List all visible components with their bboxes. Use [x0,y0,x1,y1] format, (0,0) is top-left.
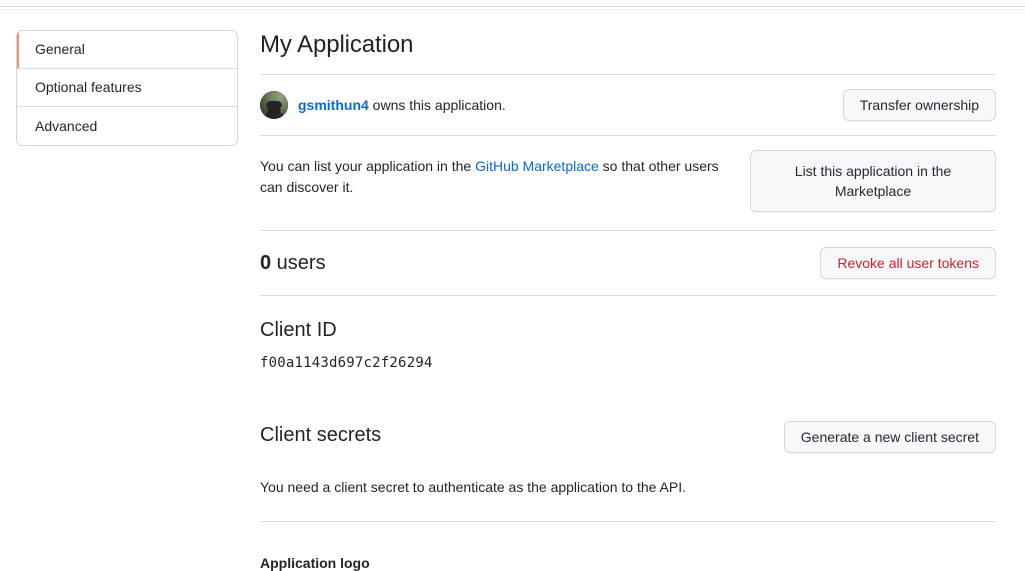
owner-sentence-suffix: owns this application. [368,97,506,113]
sidebar-item-advanced[interactable]: Advanced [17,107,237,145]
page-title: My Application [260,31,414,58]
client-id-value: f00a1143d697c2f26294 [260,355,433,371]
divider-under-client-secrets [260,521,996,522]
avatar [260,91,288,119]
sidebar-item-label: General [35,41,85,57]
owner-username-link[interactable]: gsmithun4 [298,97,369,113]
page-container: General Optional features Advanced My Ap… [0,10,1025,571]
github-marketplace-link[interactable]: GitHub Marketplace [475,158,599,174]
settings-sidebar: General Optional features Advanced [16,30,238,146]
application-logo-label: Application logo [260,555,370,571]
avatar-beard [267,106,281,117]
sidebar-item-label: Advanced [35,117,98,134]
users-count: 0 users [260,252,326,275]
client-secrets-title: Client secrets [260,424,382,446]
users-count-number: 0 [260,251,272,274]
top-divider [0,6,1025,7]
generate-new-client-secret-button[interactable]: Generate a new client secret [783,421,996,453]
owner-sentence: gsmithun4 owns this application. [298,97,506,113]
avatar-cap [266,100,282,107]
client-id-title: Client ID [260,319,337,341]
client-secrets-description: You need a client secret to authenticate… [260,479,687,495]
marketplace-description: You can list your application in the Git… [260,150,738,198]
marketplace-text-before: You can list your application in the [260,158,476,174]
revoke-all-user-tokens-button[interactable]: Revoke all user tokens [820,247,996,279]
owner-row: gsmithun4 owns this application. Transfe… [260,75,996,135]
client-id-section: Client ID f00a1143d697c2f26294 [260,296,996,371]
transfer-ownership-button[interactable]: Transfer ownership [842,89,996,121]
list-in-marketplace-button[interactable]: List this application in the Marketplace [750,150,996,212]
owner-info: gsmithun4 owns this application. [260,91,506,119]
users-row: 0 users Revoke all user tokens [260,231,996,295]
client-secrets-section: Client secrets Generate a new client sec… [260,371,996,453]
sidebar-item-label: Optional features [35,79,142,95]
sidebar-item-general[interactable]: General [17,31,237,69]
sidebar-item-optional-features[interactable]: Optional features [17,69,237,107]
users-count-label: users [271,251,326,274]
marketplace-row: You can list your application in the Git… [260,136,996,230]
main-content: My Application gsmithun4 owns this appli… [260,30,996,571]
